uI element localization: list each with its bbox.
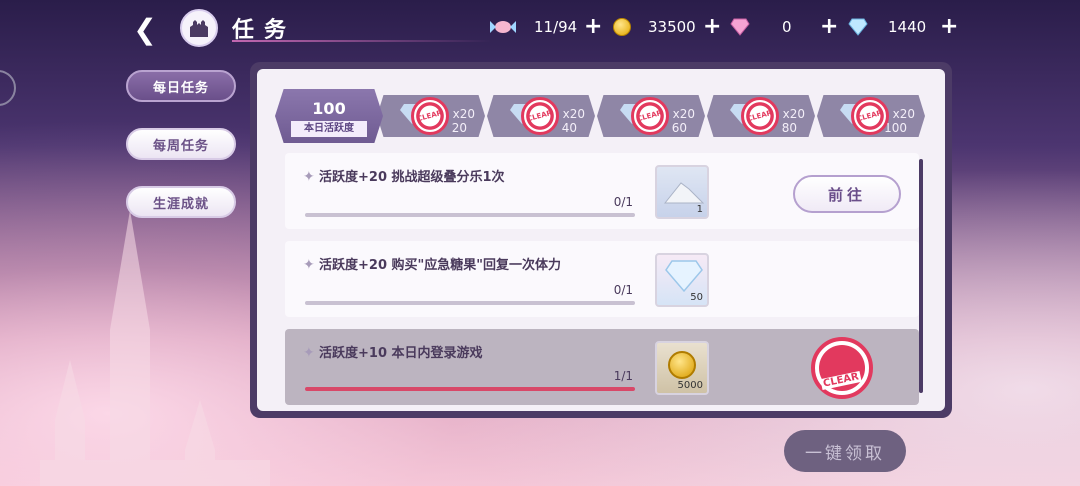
top-bar: ❮ 任务 11/94 + 33500 + 0 + 1440 + xyxy=(0,0,1080,56)
activity-total-value: 100 xyxy=(312,99,346,118)
reward-count: 1 xyxy=(696,204,703,215)
clear-stamp-icon: CLEAR xyxy=(411,97,449,135)
milestone-count: x20 xyxy=(562,107,585,121)
sparkle-icon: ✦ xyxy=(303,169,315,185)
tab-weekly-tasks-label: 每周任务 xyxy=(152,138,209,154)
milestone-ticket[interactable]: x20 80 CLEAR xyxy=(707,95,815,137)
task-panel: x20 20 CLEAR x20 40 CLEAR x20 60 CLEAR x… xyxy=(250,62,952,418)
task-progress-fill xyxy=(305,387,635,391)
add-coins-button[interactable]: + xyxy=(703,16,721,38)
milestone-ticket[interactable]: x20 100 CLEAR xyxy=(817,95,925,137)
back-button[interactable]: ❮ xyxy=(126,10,164,48)
activity-total-label: 本日活跃度 xyxy=(291,121,367,137)
reward-count: 50 xyxy=(690,292,703,303)
milestone-count: x20 xyxy=(672,107,695,121)
candy-stamina-icon xyxy=(490,21,516,33)
sparkle-icon: ✦ xyxy=(303,257,315,273)
milestone-threshold: 40 xyxy=(561,121,577,135)
task-row: ✦ 活跃度+20 挑战超级叠分乐1次 0/1 1 前往 xyxy=(285,153,919,229)
pink-gem-value: 0 xyxy=(782,18,792,36)
milestone-ticket[interactable]: x20 20 CLEAR xyxy=(377,95,485,137)
tab-career-achievements[interactable]: 生涯成就 xyxy=(126,186,236,218)
coin-value: 33500 xyxy=(648,18,696,36)
milestone-count: x20 xyxy=(452,107,475,121)
milestone-threshold: 60 xyxy=(671,121,687,135)
stamina-value: 11/94 xyxy=(534,18,578,36)
task-progress-text: 1/1 xyxy=(613,369,633,383)
task-progress-text: 0/1 xyxy=(613,283,633,297)
clear-stamp-icon: CLEAR xyxy=(631,97,669,135)
task-progress-bar xyxy=(305,301,635,305)
sparkle-icon: ✦ xyxy=(303,345,315,361)
task-progress-bar xyxy=(305,213,635,217)
clear-stamp-icon: CLEAR xyxy=(811,337,873,399)
tab-daily-tasks-label: 每日任务 xyxy=(152,80,209,96)
back-arrow-icon: ❮ xyxy=(133,12,157,46)
milestone-threshold: 80 xyxy=(781,121,797,135)
milestone-ticket[interactable]: x20 40 CLEAR xyxy=(487,95,595,137)
home-button[interactable] xyxy=(180,9,218,47)
tab-career-achievements-label: 生涯成就 xyxy=(152,196,209,212)
coin-icon xyxy=(613,18,631,36)
reward-count: 5000 xyxy=(677,380,703,391)
task-row-completed: ✦ 活跃度+10 本日内登录游戏 1/1 5000 CLEAR xyxy=(285,329,919,405)
clear-stamp-icon: CLEAR xyxy=(521,97,559,135)
blue-diamond-icon xyxy=(848,18,868,36)
clear-stamp-icon: CLEAR xyxy=(851,97,889,135)
collect-all-button[interactable]: 一键领取 xyxy=(784,430,906,472)
task-description: 活跃度+20 购买"应急糖果"回复一次体力 xyxy=(319,258,562,273)
go-button[interactable]: 前往 xyxy=(793,175,901,213)
task-progress-text: 0/1 xyxy=(613,195,633,209)
castle-home-icon xyxy=(190,20,208,37)
reward-slot[interactable]: 1 xyxy=(655,165,709,219)
milestone-count: x20 xyxy=(892,107,915,121)
collect-all-label: 一键领取 xyxy=(805,443,885,464)
reward-slot[interactable]: 5000 xyxy=(655,341,709,395)
blue-gem-value: 1440 xyxy=(888,18,927,36)
tab-daily-tasks[interactable]: 每日任务 xyxy=(126,70,236,102)
tab-weekly-tasks[interactable]: 每周任务 xyxy=(126,128,236,160)
task-progress-bar xyxy=(305,387,635,391)
go-button-label: 前往 xyxy=(827,185,866,204)
clear-stamp-icon: CLEAR xyxy=(741,97,779,135)
task-description: 活跃度+20 挑战超级叠分乐1次 xyxy=(319,170,505,185)
reward-slot[interactable]: 50 xyxy=(655,253,709,307)
title-decoration xyxy=(232,40,492,42)
add-pink-gem-button[interactable]: + xyxy=(820,16,838,38)
add-stamina-button[interactable]: + xyxy=(584,16,602,38)
milestone-count: x20 xyxy=(782,107,805,121)
castle-silhouette xyxy=(40,210,270,486)
milestone-ticket[interactable]: x20 60 CLEAR xyxy=(597,95,705,137)
task-description: 活跃度+10 本日内登录游戏 xyxy=(319,346,483,361)
activity-total-badge: 100 本日活跃度 xyxy=(275,89,383,143)
activity-reward-strip: x20 20 CLEAR x20 40 CLEAR x20 60 CLEAR x… xyxy=(275,89,931,143)
task-list-scrollbar[interactable] xyxy=(919,159,923,393)
milestone-threshold: 20 xyxy=(451,121,467,135)
coin-icon xyxy=(668,351,696,379)
pink-gem-icon xyxy=(730,18,750,36)
diamond-icon xyxy=(665,260,703,293)
add-blue-gem-button[interactable]: + xyxy=(940,16,958,38)
task-panel-inner: x20 20 CLEAR x20 40 CLEAR x20 60 CLEAR x… xyxy=(257,69,945,411)
task-row: ✦ 活跃度+20 购买"应急糖果"回复一次体力 0/1 50 xyxy=(285,241,919,317)
